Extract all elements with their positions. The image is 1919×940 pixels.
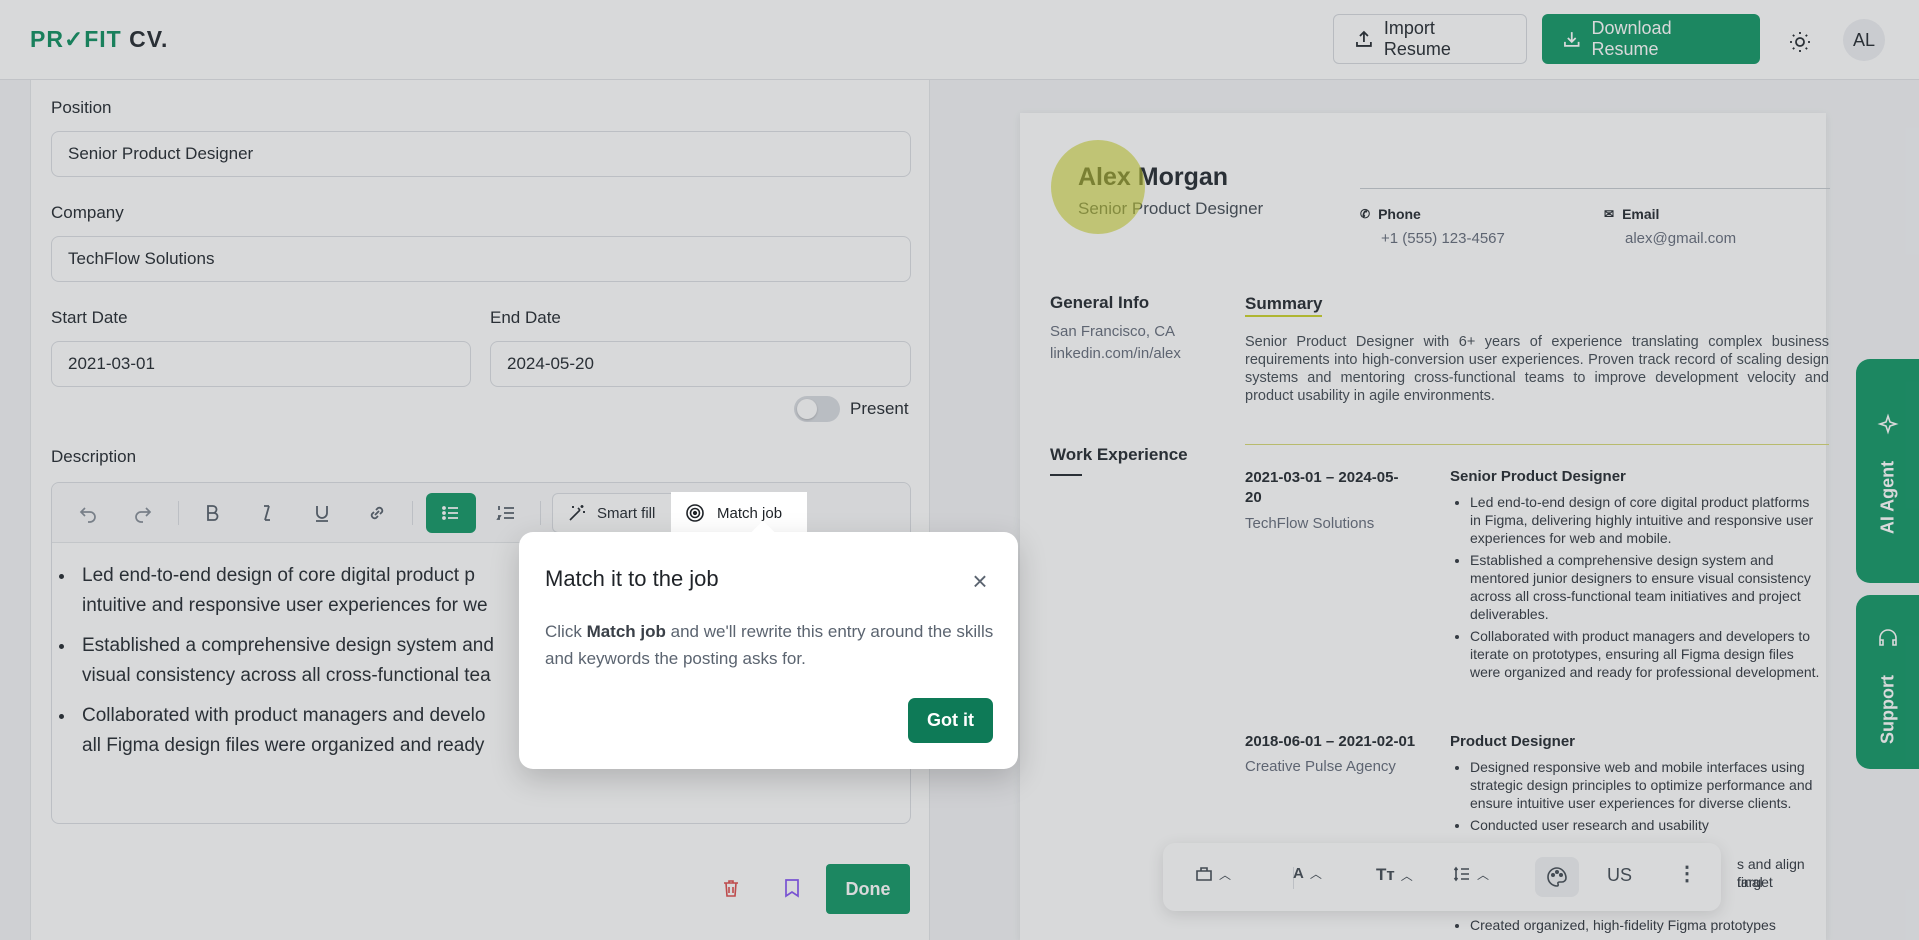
- target-icon: [686, 504, 704, 522]
- modal-backdrop[interactable]: [0, 0, 1919, 940]
- got-it-label: Got it: [927, 710, 974, 730]
- match-job-popover: Match it to the job × Click Match job an…: [519, 520, 1018, 769]
- popover-title: Match it to the job: [545, 566, 719, 591]
- close-icon[interactable]: ×: [967, 568, 993, 594]
- popover-text-bold: Match job: [586, 622, 666, 641]
- match-job-label: Match job: [717, 504, 783, 522]
- match-job-button[interactable]: Match job: [671, 492, 807, 534]
- popover-text: Click Match job and we'll rewrite this e…: [545, 618, 995, 672]
- popover-text-part: Click: [545, 622, 587, 641]
- got-it-button[interactable]: Got it: [908, 698, 993, 743]
